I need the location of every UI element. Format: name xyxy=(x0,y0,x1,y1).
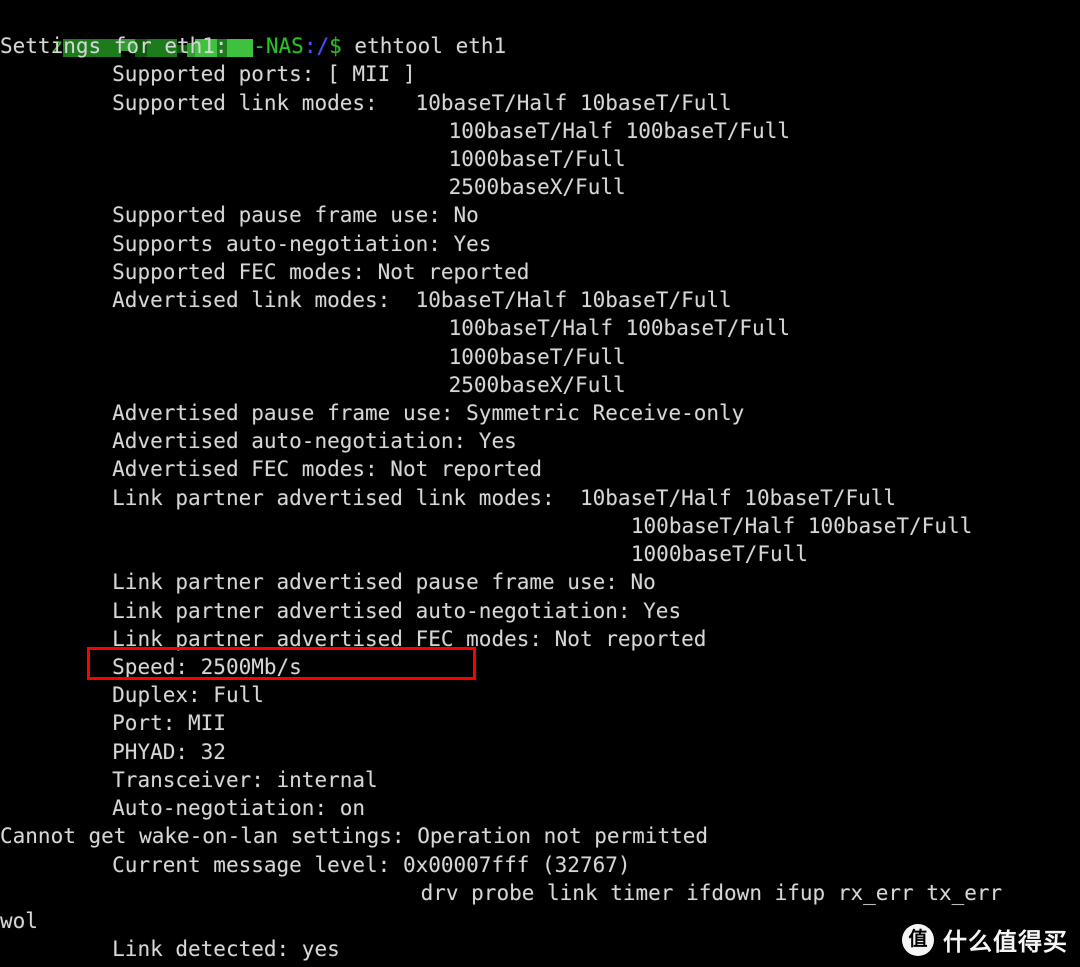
terminal-line: 1000baseT/Full xyxy=(448,345,626,369)
terminal-window[interactable]: z -NAS:/$ ethtool eth1 Settings for eth1:… xyxy=(0,0,1080,967)
terminal-line: Speed: 2500Mb/s xyxy=(112,655,302,679)
terminal-line: Current message level: 0x00007fff (32767… xyxy=(112,853,631,877)
terminal-line: Supported FEC modes: Not reported xyxy=(112,260,530,284)
command-text: ethtool eth1 xyxy=(354,34,507,58)
watermark-logo-icon: 值 xyxy=(902,923,934,956)
terminal-line: Port: MII xyxy=(112,711,226,735)
terminal-line: 100baseT/Half 100baseT/Full xyxy=(448,316,790,340)
terminal-line: Advertised FEC modes: Not reported xyxy=(112,457,543,481)
terminal-line: Advertised link modes: 10baseT/Half 10ba… xyxy=(112,288,732,312)
terminal-line: Transceiver: internal xyxy=(112,768,378,792)
terminal-line: Settings for eth1: xyxy=(0,34,228,58)
terminal-line: 2500baseX/Full xyxy=(448,175,626,199)
terminal-line: 2500baseX/Full xyxy=(448,373,626,397)
prompt-path: :/ xyxy=(303,34,330,58)
prompt-host-suffix: -NAS xyxy=(253,34,304,58)
terminal-line: Auto-negotiation: on xyxy=(112,796,366,820)
terminal-line: Advertised pause frame use: Symmetric Re… xyxy=(112,401,745,425)
terminal-line: drv probe link timer ifdown ifup rx_err … xyxy=(420,881,1003,905)
terminal-line: Link partner advertised pause frame use:… xyxy=(112,570,656,594)
terminal-line: Link partner advertised FEC modes: Not r… xyxy=(112,627,707,651)
terminal-line: wol xyxy=(0,909,38,933)
terminal-line: PHYAD: 32 xyxy=(112,740,226,764)
terminal-line: 1000baseT/Full xyxy=(630,542,808,566)
terminal-line: Duplex: Full xyxy=(112,683,264,707)
terminal-line: Supports auto-negotiation: Yes xyxy=(112,232,492,256)
terminal-prompt-line-bottom: :/$ xyxy=(0,957,381,967)
watermark: 值 什么值得买 xyxy=(902,922,1068,957)
terminal-line: 100baseT/Half 100baseT/Full xyxy=(630,514,973,538)
terminal-line: Advertised auto-negotiation: Yes xyxy=(112,429,517,453)
terminal-line: 100baseT/Half 100baseT/Full xyxy=(448,119,790,143)
terminal-line: Supported ports: [ MII ] xyxy=(112,62,416,86)
terminal-line: Link partner advertised link modes: 10ba… xyxy=(112,486,897,510)
watermark-text: 什么值得买 xyxy=(943,928,1068,956)
terminal-line: Cannot get wake-on-lan settings: Operati… xyxy=(0,824,709,848)
redacted-hostname-block-3 xyxy=(227,39,254,57)
terminal-line: Link partner advertised auto-negotiation… xyxy=(112,599,682,623)
terminal-line: Supported pause frame use: No xyxy=(112,203,479,227)
terminal-line: Supported link modes: 10baseT/Half 10bas… xyxy=(112,91,732,115)
terminal-line: 1000baseT/Full xyxy=(448,147,626,171)
prompt-sigil: $ xyxy=(329,34,342,58)
